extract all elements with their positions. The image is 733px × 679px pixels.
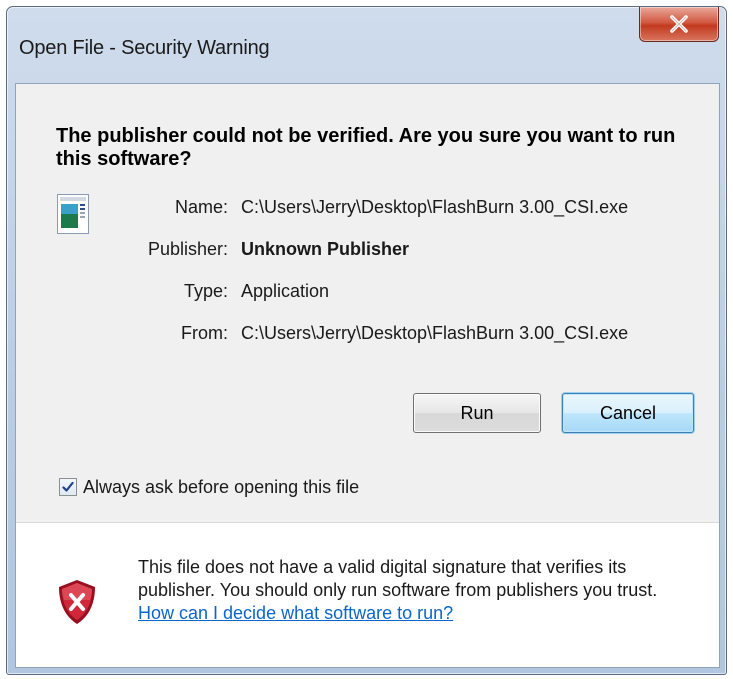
details-panel: The publisher could not be verified. Are… [16, 84, 719, 522]
help-link[interactable]: How can I decide what software to run? [138, 603, 453, 623]
always-ask-option[interactable]: Always ask before opening this file [59, 475, 359, 499]
security-warning-dialog: Open File - Security Warning The publish… [6, 6, 727, 675]
publisher-value: Unknown Publisher [241, 239, 410, 259]
publisher-label: Publisher: [147, 239, 228, 259]
cancel-button[interactable]: Cancel [562, 393, 694, 433]
dialog-body: The publisher could not be verified. Are… [15, 83, 720, 668]
name-label: Name: [174, 197, 228, 217]
warning-message: This file does not have a valid digital … [138, 556, 708, 625]
window-title: Open File - Security Warning [19, 37, 270, 59]
type-value: Application [241, 281, 330, 301]
always-ask-checkbox[interactable] [59, 478, 77, 496]
section-divider [16, 522, 719, 523]
from-label: From: [181, 323, 228, 343]
security-shield-icon [59, 580, 95, 624]
from-value: C:\Users\Jerry\Desktop\FlashBurn 3.00_CS… [241, 323, 629, 343]
warning-heading: The publisher could not be verified. Are… [56, 125, 676, 170]
name-value: C:\Users\Jerry\Desktop\FlashBurn 3.00_CS… [241, 197, 629, 217]
type-label: Type: [183, 281, 228, 301]
run-button[interactable]: Run [413, 393, 541, 433]
always-ask-label: Always ask before opening this file [83, 476, 360, 497]
checkmark-icon [62, 481, 74, 492]
warning-text: This file does not have a valid digital … [138, 557, 658, 600]
close-button[interactable] [639, 7, 719, 42]
close-icon [670, 15, 688, 33]
title-bar[interactable]: Open File - Security Warning [7, 7, 726, 83]
